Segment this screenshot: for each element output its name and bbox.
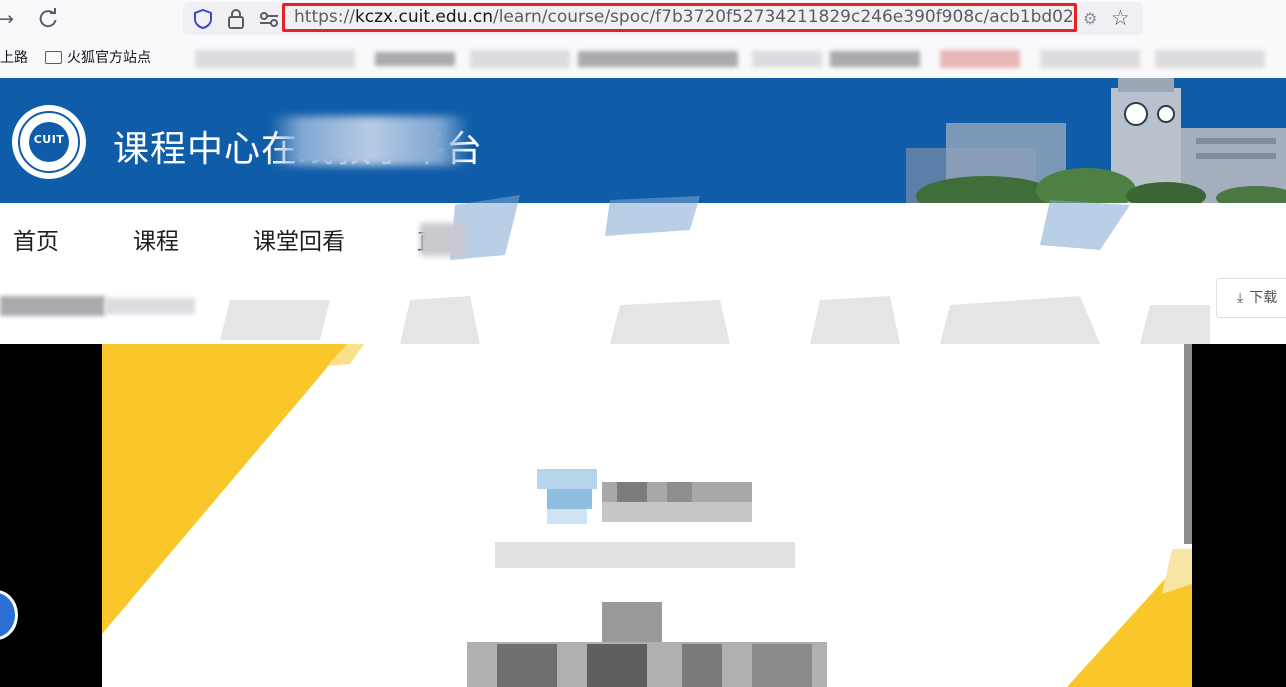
course-subbar: ⤓ 下载	[0, 268, 1286, 344]
logo-text: CUIT	[33, 133, 65, 146]
redacted-bookmark	[1040, 50, 1140, 68]
browser-toolbar: → https://kczx.cuit.edu.cn/learn/course/…	[0, 0, 1286, 38]
url-path: /learn/course/spoc/f7b3720f52734211829c2…	[492, 7, 1077, 27]
redaction-mask	[270, 116, 470, 166]
redacted-course-title	[105, 298, 195, 314]
nav-home[interactable]: 首页	[13, 222, 59, 256]
redacted-bookmark	[752, 51, 822, 67]
bookmark-item[interactable]: 火狐官方站点	[45, 49, 151, 67]
url-scheme: https://	[294, 7, 355, 27]
bookmark-label: 上路	[0, 50, 28, 66]
bookmark-label: 火狐官方站点	[67, 50, 151, 66]
back-icon[interactable]: →	[0, 7, 18, 31]
folder-icon	[45, 51, 62, 64]
site-header: CUIT 课程中心在线教学平台	[0, 78, 1286, 203]
redacted-bookmark	[470, 50, 570, 68]
redacted-bookmark	[940, 50, 1020, 68]
university-logo[interactable]: CUIT	[12, 105, 86, 179]
redacted-bookmark	[578, 51, 738, 67]
redacted-bookmark	[1155, 50, 1265, 68]
campus-image	[866, 78, 1286, 203]
nav-courses[interactable]: 课程	[133, 222, 179, 256]
slide-frame	[102, 344, 1192, 687]
lock-icon[interactable]	[225, 8, 247, 30]
extension-icon[interactable]: ⚙	[1083, 9, 1099, 28]
bookmarks-bar: 上路 火狐官方站点	[0, 38, 1286, 78]
url-text[interactable]: https://kczx.cuit.edu.cn/learn/course/sp…	[282, 3, 1077, 32]
bookmark-star-icon[interactable]: ☆	[1111, 6, 1130, 30]
redacted-bookmark	[195, 50, 355, 68]
shield-icon[interactable]	[192, 8, 214, 30]
url-bar[interactable]: https://kczx.cuit.edu.cn/learn/course/sp…	[183, 2, 1143, 35]
permissions-icon[interactable]	[258, 8, 280, 30]
download-icon: ⤓	[1237, 290, 1244, 306]
video-player[interactable]	[0, 344, 1286, 687]
download-button[interactable]: ⤓ 下载	[1216, 278, 1286, 318]
redacted-course-title	[0, 296, 105, 316]
main-nav: 首页 课程 课堂回看 直	[0, 203, 1286, 268]
bookmark-item[interactable]: 上路	[0, 49, 28, 67]
redacted-bookmark	[830, 51, 920, 67]
nav-class-replay[interactable]: 课堂回看	[253, 222, 345, 256]
download-label: 下载	[1249, 290, 1278, 306]
redaction-mask	[420, 223, 466, 256]
redacted-bookmark	[375, 52, 455, 66]
url-host: kczx.cuit.edu.cn	[354, 7, 493, 27]
reload-icon[interactable]	[36, 7, 60, 31]
slide-content	[102, 344, 1192, 687]
